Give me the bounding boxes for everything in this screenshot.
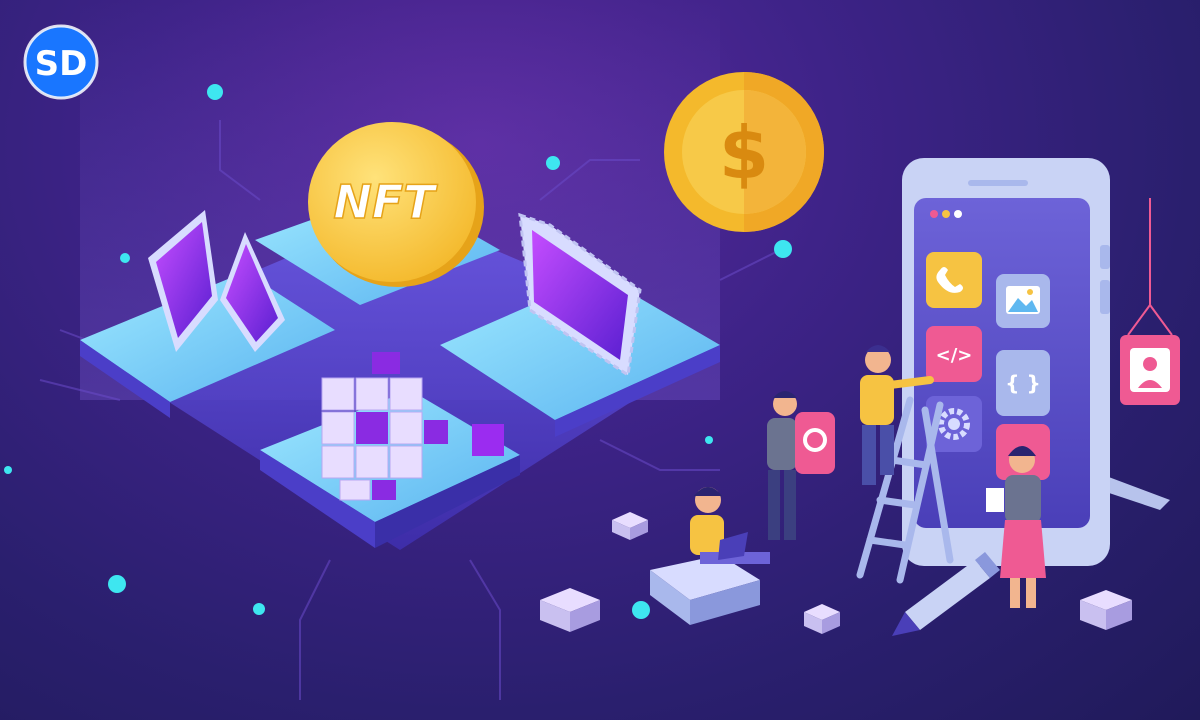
dollar-coin-icon: $ (664, 72, 824, 232)
user-profile-icon (1120, 198, 1180, 405)
magnifier-card-icon (795, 412, 835, 474)
code-glyph: </> (936, 345, 973, 366)
clipboard-icon (986, 488, 1004, 512)
illustration-svg: SD NFT $ </> {} (4, 0, 1180, 700)
dollar-symbol: $ (719, 111, 769, 195)
code-icon[interactable]: </> (926, 326, 982, 382)
braces-icon[interactable]: { } (996, 350, 1050, 416)
image-icon[interactable] (996, 274, 1050, 328)
person-with-magnifier (767, 391, 835, 540)
phone-icon[interactable] (926, 252, 982, 308)
nft-coin-label: NFT (333, 175, 438, 229)
logo-monogram: SD (35, 44, 88, 84)
braces-glyph: { } (1005, 371, 1040, 395)
sd-logo-icon[interactable]: SD (23, 24, 99, 100)
illustration-scene: SD NFT $ </> {} (0, 0, 1200, 720)
woman-with-laptop (650, 487, 770, 625)
